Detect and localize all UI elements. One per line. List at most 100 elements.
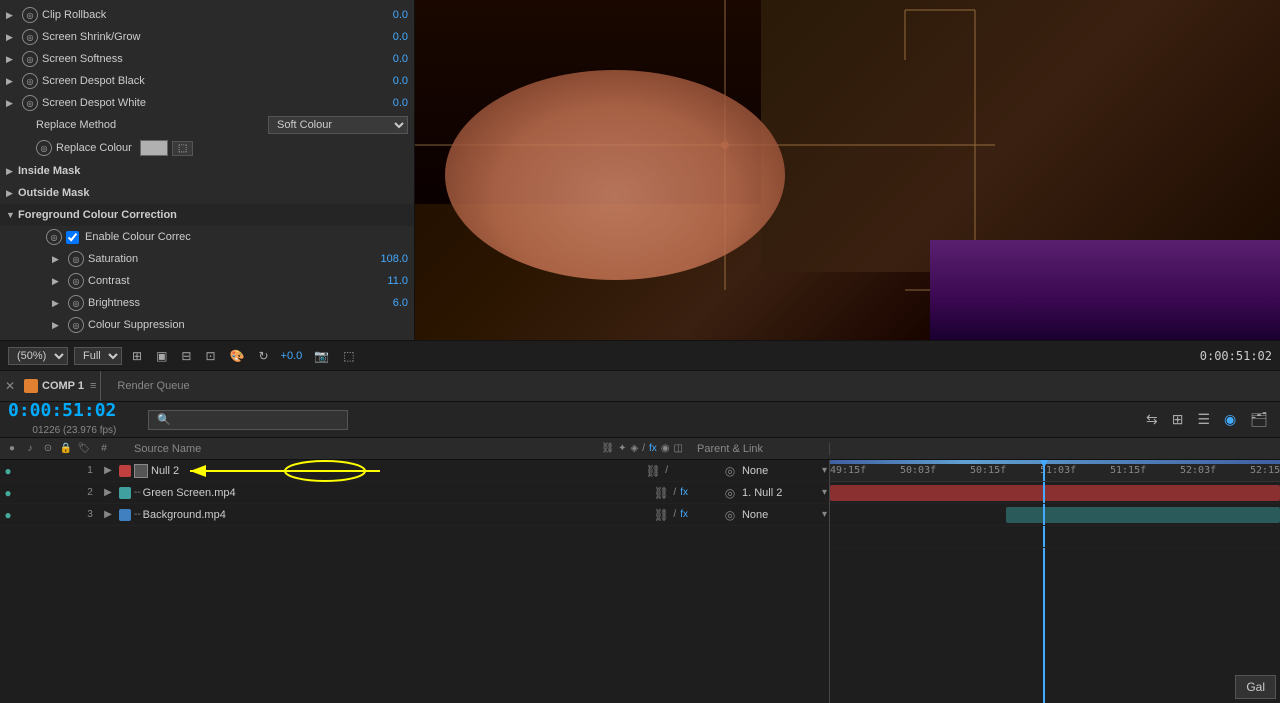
layer-expand[interactable]: ▶ bbox=[100, 509, 116, 520]
inside-mask-section[interactable]: ▶ Inside Mask bbox=[0, 160, 414, 182]
fg-prop-icon: ◎ bbox=[68, 273, 84, 289]
track-row bbox=[830, 504, 1280, 526]
colour-swatch[interactable] bbox=[140, 140, 168, 156]
replace-colour-label: Replace Colour bbox=[56, 142, 132, 154]
prop-value[interactable]: 6.0 bbox=[393, 297, 408, 309]
prop-value[interactable]: 108.0 bbox=[380, 253, 408, 265]
screen-softness-row[interactable]: ▶ ◎ Screen Softness 0.0 bbox=[0, 48, 414, 70]
search-input[interactable] bbox=[148, 410, 348, 430]
channels-button[interactable]: ⊡ bbox=[201, 347, 219, 365]
layer-name[interactable]: Green Screen.mp4 bbox=[143, 487, 652, 499]
parent-arrow[interactable]: ▾ bbox=[820, 509, 829, 520]
visibility-toggle[interactable]: ● bbox=[0, 464, 16, 478]
eyedropper-button[interactable]: ⬚ bbox=[172, 141, 193, 156]
layer-name[interactable]: Background.mp4 bbox=[143, 509, 652, 521]
layer-color-chip bbox=[119, 509, 131, 521]
gal-button[interactable]: Gal bbox=[1235, 675, 1276, 699]
colour-suppression-row[interactable]: ▶ ◎ Colour Suppression bbox=[0, 314, 414, 336]
timeline-header: 0:00:51:02 01226 (23.976 fps) ⇆ ⊞ ☰ ◉ 🗂 bbox=[0, 402, 1280, 438]
ruler-mark: 52:03f bbox=[1180, 465, 1216, 476]
screen-shrink-row[interactable]: ▶ ◎ Screen Shrink/Grow 0.0 bbox=[0, 26, 414, 48]
expand-icon: ▶ bbox=[6, 166, 18, 177]
fx-label[interactable]: fx bbox=[678, 509, 690, 520]
outside-mask-section[interactable]: ▶ Outside Mask bbox=[0, 182, 414, 204]
layer-name[interactable]: Null 2 bbox=[151, 465, 643, 477]
visibility-toggle[interactable]: ● bbox=[0, 508, 16, 522]
replace-method-select[interactable]: Soft Colour bbox=[268, 116, 408, 134]
parent-icon[interactable]: ◎ bbox=[720, 486, 740, 500]
effect-value[interactable]: 0.0 bbox=[393, 9, 408, 21]
effect-value[interactable]: 0.0 bbox=[393, 75, 408, 87]
prop-label: Contrast bbox=[88, 275, 387, 287]
visibility-toggle[interactable]: ● bbox=[0, 486, 16, 500]
clip-rollback-row[interactable]: ▶ ◎ Clip Rollback 0.0 bbox=[0, 4, 414, 26]
parent-arrow[interactable]: ▾ bbox=[820, 465, 829, 476]
expand-icon: ▶ bbox=[6, 32, 18, 43]
expand-icon: ▶ bbox=[6, 76, 18, 87]
layer-column-headers: ● ♪ ⊙ 🔒 🏷 # Source Name ⛓ ✦ ◈ / fx ◉ ◫ bbox=[0, 438, 1280, 460]
fg-colour-correction-section[interactable]: ▼ Foreground Colour Correction bbox=[0, 204, 414, 226]
col-audio-icon: ♪ bbox=[22, 443, 38, 454]
effect-label: Screen Despot Black bbox=[42, 75, 389, 87]
link-icon[interactable]: ⛓ bbox=[651, 508, 671, 522]
col-pen-icon: / bbox=[642, 443, 645, 454]
effect-value[interactable]: 0.0 bbox=[393, 53, 408, 65]
section-label: Inside Mask bbox=[18, 165, 80, 177]
saturation-row[interactable]: ▶ ◎ Saturation 108.0 bbox=[0, 248, 414, 270]
effect-icon: ◎ bbox=[22, 73, 38, 89]
color-button[interactable]: 🎨 bbox=[226, 347, 249, 365]
timeline-timecode[interactable]: 0:00:51:02 bbox=[8, 400, 116, 421]
parent-name: None bbox=[740, 465, 820, 477]
effect-label: Screen Shrink/Grow bbox=[42, 31, 389, 43]
parent-icon[interactable]: ◎ bbox=[720, 508, 740, 522]
tab-close-button[interactable]: ✕ bbox=[0, 370, 20, 402]
refresh-button[interactable]: ↻ bbox=[254, 347, 272, 365]
section-label: Outside Mask bbox=[18, 187, 90, 199]
fit-button[interactable]: ⊞ bbox=[128, 347, 146, 365]
fx-label[interactable]: fx bbox=[678, 487, 690, 498]
parent-arrow[interactable]: ▾ bbox=[820, 487, 829, 498]
link-icon[interactable]: ⛓ bbox=[643, 464, 663, 478]
contrast-row[interactable]: ▶ ◎ Contrast 11.0 bbox=[0, 270, 414, 292]
tl-tool-2[interactable]: ⊞ bbox=[1168, 409, 1188, 430]
zoom-select[interactable]: (50%) bbox=[8, 347, 68, 365]
screen-despot-black-row[interactable]: ▶ ◎ Screen Despot Black 0.0 bbox=[0, 70, 414, 92]
effect-value[interactable]: 0.0 bbox=[393, 31, 408, 43]
parent-icon[interactable]: ◎ bbox=[720, 464, 740, 478]
comp-tab-name[interactable]: COMP 1 bbox=[42, 380, 84, 392]
safe-margins-button[interactable]: ▣ bbox=[152, 347, 171, 365]
layer-expand[interactable]: ▶ bbox=[100, 465, 116, 476]
layer-number: 3 bbox=[80, 509, 100, 520]
plus-value: +0.0 bbox=[281, 350, 303, 362]
brightness-row[interactable]: ▶ ◎ Brightness 6.0 bbox=[0, 292, 414, 314]
tl-tool-4[interactable]: ◉ bbox=[1220, 409, 1240, 430]
enable-colour-correction-checkbox[interactable] bbox=[66, 231, 79, 244]
col-mode-icon: ◈ bbox=[631, 443, 639, 454]
fg-prop-icon: ◎ bbox=[68, 251, 84, 267]
grid-button[interactable]: ⊟ bbox=[177, 347, 195, 365]
null-icon bbox=[134, 464, 148, 478]
pen-icon[interactable]: / bbox=[671, 487, 678, 498]
pen-icon[interactable]: / bbox=[671, 509, 678, 520]
col-lock-icon: 🔒 bbox=[58, 443, 74, 454]
effect-value[interactable]: 0.0 bbox=[393, 97, 408, 109]
quality-select[interactable]: Full bbox=[74, 347, 122, 365]
tl-tool-5[interactable]: 🗂 bbox=[1246, 409, 1272, 430]
snapshot-button[interactable]: 📷 bbox=[310, 347, 333, 365]
show-snapshot-button[interactable]: ⬚ bbox=[339, 347, 358, 365]
pen-icon[interactable]: / bbox=[663, 465, 670, 476]
comp-tab-color-indicator bbox=[24, 379, 38, 393]
effects-panel: ▶ ◎ Clip Rollback 0.0 ▶ ◎ Screen Shrink/… bbox=[0, 0, 415, 340]
link-icon[interactable]: ⛓ bbox=[651, 486, 671, 500]
layer-expand[interactable]: ▶ bbox=[100, 487, 116, 498]
prop-value[interactable]: 11.0 bbox=[387, 275, 408, 287]
layer-row: ● 1 ▶ Null 2 ⛓ / ◎ None ▾ bbox=[0, 460, 829, 482]
ruler-mark: 51:15f bbox=[1110, 465, 1146, 476]
render-queue-tab[interactable]: Render Queue bbox=[105, 371, 201, 401]
playhead[interactable] bbox=[1043, 460, 1045, 481]
comp-tab-menu[interactable]: ≡ bbox=[90, 380, 96, 392]
tl-tool-1[interactable]: ⇆ bbox=[1142, 409, 1162, 430]
enable-colour-correction-row: ◎ Enable Colour Correc bbox=[0, 226, 414, 248]
screen-despot-white-row[interactable]: ▶ ◎ Screen Despot White 0.0 bbox=[0, 92, 414, 114]
tl-tool-3[interactable]: ☰ bbox=[1193, 409, 1214, 430]
